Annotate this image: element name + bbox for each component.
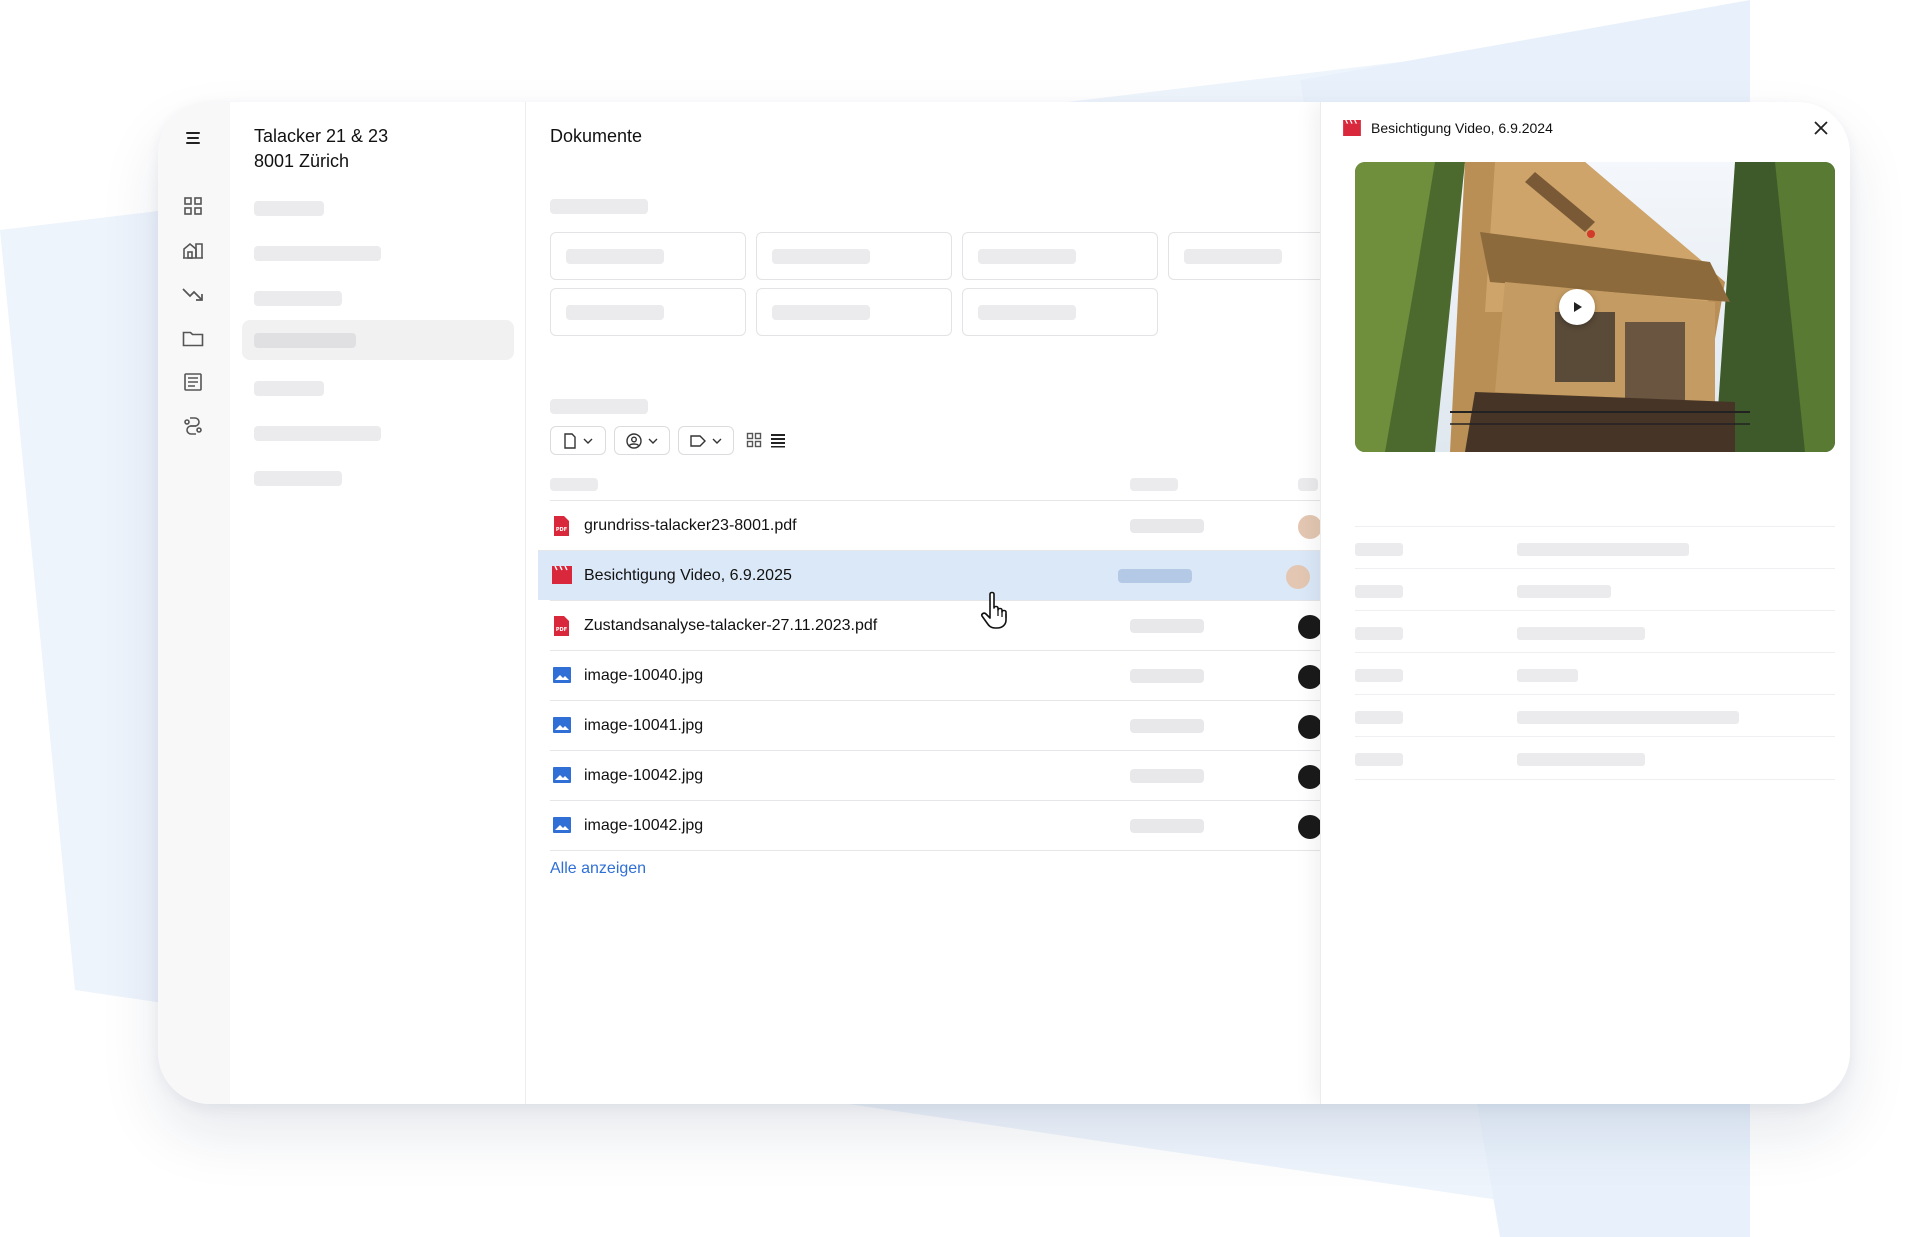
integration-icon[interactable] xyxy=(181,414,205,438)
avatar xyxy=(1298,515,1322,539)
nav-item-placeholder[interactable] xyxy=(254,246,381,261)
avatar xyxy=(1298,615,1322,639)
avatar xyxy=(1298,815,1322,839)
image-file-icon xyxy=(552,766,572,786)
icon-rail xyxy=(158,102,230,1104)
file-name: Besichtigung Video, 6.9.2025 xyxy=(584,566,792,584)
column-header-name[interactable] xyxy=(550,478,598,491)
file-date-placeholder xyxy=(1130,669,1204,683)
chevron-down-icon xyxy=(712,438,722,444)
file-date-placeholder xyxy=(1130,719,1204,733)
video-clapper-icon xyxy=(1343,120,1361,136)
page-title: Dokumente xyxy=(550,126,643,146)
metadata-row xyxy=(1355,526,1835,570)
nav-item-placeholder[interactable] xyxy=(254,333,356,348)
play-button[interactable] xyxy=(1559,289,1595,325)
building-icon[interactable] xyxy=(181,238,205,262)
video-clapper-icon xyxy=(552,565,572,586)
info-card[interactable] xyxy=(550,232,746,280)
metadata-row xyxy=(1355,652,1835,696)
panel-title: Besichtigung Video, 6.9.2024 xyxy=(1371,120,1553,136)
file-name: image-10041.jpg xyxy=(584,716,704,734)
menu-icon[interactable] xyxy=(181,126,205,150)
metadata-row xyxy=(1355,610,1835,654)
video-thumbnail xyxy=(1355,162,1835,452)
property-address: Talacker 21 & 23 8001 Zürich xyxy=(254,124,388,174)
image-file-icon xyxy=(552,716,572,736)
pdf-file-icon: PDF xyxy=(552,615,572,636)
file-date-placeholder xyxy=(1130,619,1204,633)
file-name: image-10040.jpg xyxy=(584,666,704,684)
file-name: Zustandsanalyse-talacker-27.11.2023.pdf xyxy=(584,616,878,634)
panel-header: Besichtigung Video, 6.9.2024 xyxy=(1343,120,1553,136)
list-view-icon[interactable] xyxy=(770,432,786,448)
close-button[interactable] xyxy=(1810,117,1832,139)
play-icon xyxy=(1574,302,1582,312)
owner-filter[interactable] xyxy=(614,426,670,455)
close-icon xyxy=(1814,121,1828,135)
file-date-placeholder xyxy=(1130,769,1204,783)
chevron-down-icon xyxy=(583,438,593,444)
info-card[interactable] xyxy=(756,288,952,336)
document-list-icon[interactable] xyxy=(181,370,205,394)
section-heading-placeholder xyxy=(550,199,648,214)
metadata-row xyxy=(1355,694,1835,738)
file-type-filter[interactable] xyxy=(550,426,606,455)
file-icon xyxy=(564,432,576,449)
nav-item-placeholder[interactable] xyxy=(254,471,342,486)
nav-item-placeholder[interactable] xyxy=(254,291,342,306)
user-circle-icon xyxy=(626,432,642,449)
trend-down-icon[interactable] xyxy=(181,282,205,306)
preview-panel: Besichtigung Video, 6.9.2024 xyxy=(1320,102,1850,1104)
metadata-row xyxy=(1355,568,1835,612)
file-name: image-10042.jpg xyxy=(584,766,704,784)
info-card[interactable] xyxy=(962,288,1158,336)
column-header-date[interactable] xyxy=(1130,478,1178,491)
video-player[interactable] xyxy=(1355,162,1835,452)
pdf-file-icon: PDF xyxy=(552,515,572,536)
image-file-icon xyxy=(552,666,572,686)
avatar xyxy=(1298,715,1322,739)
file-name: grundriss-talacker23-8001.pdf xyxy=(584,516,797,534)
column-header-owner[interactable] xyxy=(1298,478,1318,491)
address-city: 8001 Zürich xyxy=(254,151,350,171)
section-heading-placeholder xyxy=(550,399,648,414)
svg-text:PDF: PDF xyxy=(556,627,567,633)
nav-item-placeholder[interactable] xyxy=(254,426,381,441)
chevron-down-icon xyxy=(648,438,658,444)
info-card[interactable] xyxy=(962,232,1158,280)
nav-item-placeholder[interactable] xyxy=(254,381,324,396)
show-all-link[interactable]: Alle anzeigen xyxy=(550,860,646,878)
avatar xyxy=(1286,565,1310,589)
info-card[interactable] xyxy=(756,232,952,280)
metadata-row xyxy=(1355,736,1835,780)
file-date-placeholder xyxy=(1118,569,1192,583)
scene: Talacker 21 & 23 8001 Zürich Dokumente P… xyxy=(0,0,1920,1237)
tag-icon xyxy=(690,434,706,447)
property-navigation: Talacker 21 & 23 8001 Zürich xyxy=(230,102,526,1104)
grid-view-icon[interactable] xyxy=(746,432,762,448)
hand-cursor-icon xyxy=(981,591,1007,629)
info-card[interactable] xyxy=(550,288,746,336)
file-name: image-10042.jpg xyxy=(584,816,704,834)
image-file-icon xyxy=(552,816,572,836)
avatar xyxy=(1298,665,1322,689)
address-street: Talacker 21 & 23 xyxy=(254,126,389,146)
nav-item-placeholder[interactable] xyxy=(254,201,324,216)
folder-icon[interactable] xyxy=(181,326,205,350)
svg-text:PDF: PDF xyxy=(556,527,567,533)
file-date-placeholder xyxy=(1130,819,1204,833)
avatar xyxy=(1298,765,1322,789)
dashboard-grid-icon[interactable] xyxy=(181,194,205,218)
file-date-placeholder xyxy=(1130,519,1204,533)
tag-filter[interactable] xyxy=(678,426,734,455)
